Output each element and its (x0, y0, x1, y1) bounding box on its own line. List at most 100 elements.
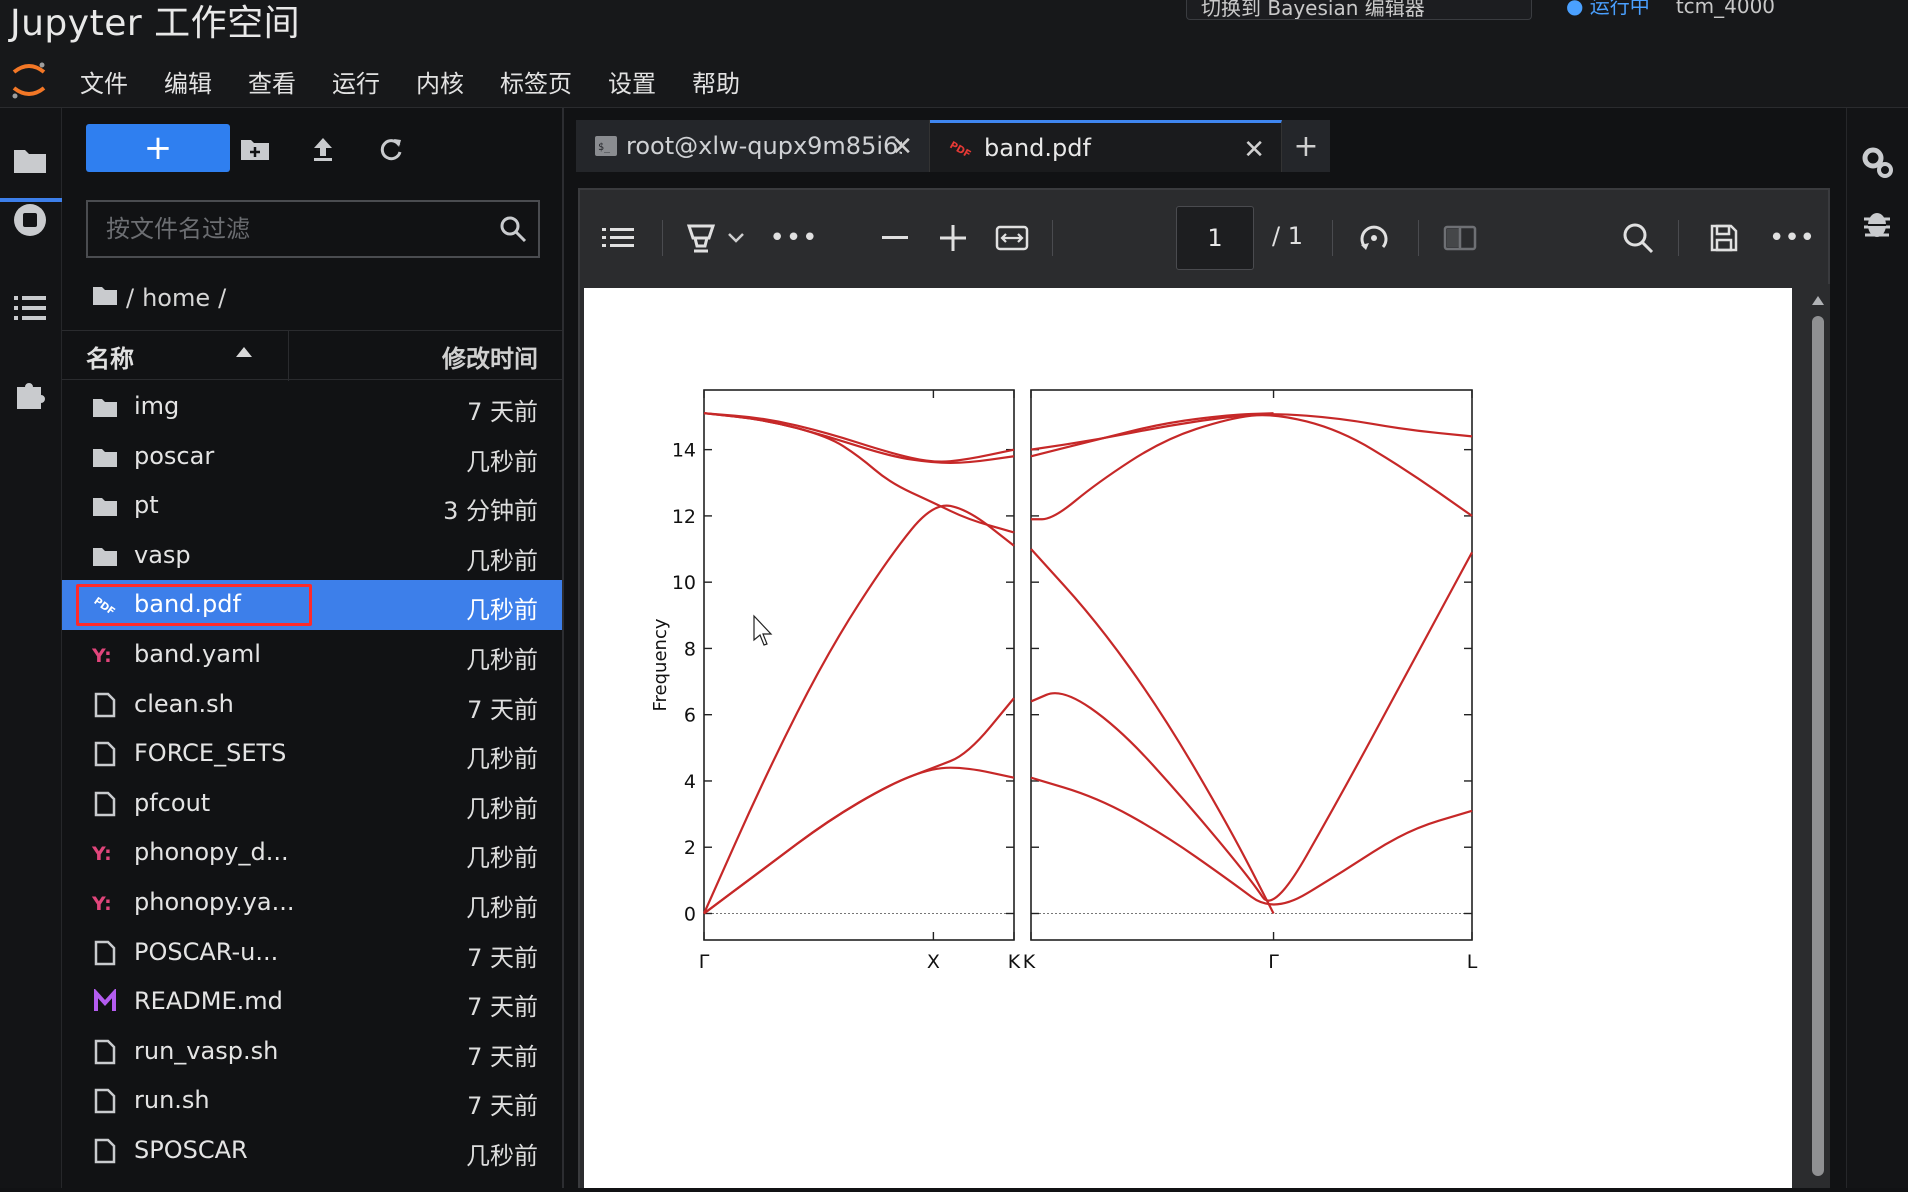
band-curve (702, 504, 1015, 914)
rotate-icon[interactable] (1356, 218, 1392, 258)
jupyter-logo-icon (12, 62, 46, 99)
x-tick-label: Γ (699, 951, 710, 973)
menu-item[interactable]: 文件 (80, 64, 128, 99)
file-list: img 7 天前 poscar 几秒前 pt 3 分钟前 vasp 几秒前 PDF band.pd… (62, 382, 562, 1176)
file-row[interactable]: clean.sh 7 天前 (62, 680, 562, 730)
menu-item[interactable]: 标签页 (500, 64, 572, 99)
folder-icon[interactable] (10, 140, 50, 180)
file-name: poscar (134, 441, 215, 470)
new-launcher-button[interactable]: + (86, 124, 230, 172)
svg-text:$_: $_ (598, 142, 611, 153)
running-sessions-icon[interactable] (10, 200, 50, 240)
yaml-file-icon: Y: (92, 840, 118, 866)
close-icon[interactable]: ✕ (891, 132, 913, 162)
file-modified-time: 7 天前 (467, 695, 538, 724)
modified-column-header[interactable]: 修改时间 (442, 339, 538, 374)
folder-icon (92, 444, 118, 470)
file-modified-time: 几秒前 (466, 1141, 538, 1170)
filename-filter-field[interactable] (86, 200, 540, 258)
more-tools-icon[interactable]: ••• (770, 218, 818, 258)
breadcrumb: / home / (92, 278, 226, 318)
menu-item[interactable]: 编辑 (164, 64, 212, 99)
refresh-icon[interactable] (374, 132, 408, 166)
file-row[interactable]: run.sh 7 天前 (62, 1076, 562, 1126)
save-icon[interactable] (1706, 218, 1742, 258)
file-modified-time: 几秒前 (466, 844, 538, 873)
menu-item[interactable]: 帮助 (692, 64, 740, 99)
zoom-out-icon[interactable] (880, 218, 910, 258)
extension-puzzle-icon[interactable] (10, 374, 50, 414)
tab-band-pdf[interactable]: PDF band.pdf ✕ (930, 120, 1282, 172)
breadcrumb-home[interactable]: home (142, 284, 210, 312)
vertical-scrollbar[interactable] (1810, 296, 1826, 1188)
column-divider[interactable] (288, 331, 289, 381)
tab-terminal[interactable]: $_ root@xlw-qupx9m85i6sh-mz ✕ (576, 120, 930, 172)
file-icon (92, 791, 118, 817)
menu-item[interactable]: 运行 (332, 64, 380, 99)
file-row[interactable]: FORCE_SETS 几秒前 (62, 729, 562, 779)
editor-switch-button[interactable]: 切换到 Bayesian 编辑器 (1186, 0, 1532, 20)
file-icon (92, 1088, 118, 1114)
file-row[interactable]: vasp 几秒前 (62, 531, 562, 581)
file-row[interactable]: run_vasp.sh 7 天前 (62, 1027, 562, 1077)
tab-label: band.pdf (984, 133, 1091, 162)
scrollbar-thumb[interactable] (1812, 316, 1824, 1176)
menu-item[interactable]: 内核 (416, 64, 464, 99)
left-sidebar-rail (0, 108, 62, 1188)
svg-text:Y:: Y: (92, 645, 112, 667)
file-row[interactable]: pt 3 分钟前 (62, 481, 562, 531)
page-layout-icon[interactable] (1442, 218, 1478, 258)
folder-icon (92, 493, 118, 519)
file-row[interactable]: README.md 7 天前 (62, 977, 562, 1027)
search-icon[interactable] (1620, 218, 1656, 258)
separator (1332, 220, 1333, 256)
menu-item[interactable]: 查看 (248, 64, 296, 99)
file-modified-time: 7 天前 (467, 398, 538, 426)
file-icon (92, 1138, 118, 1164)
file-row[interactable]: SPOSCAR 几秒前 (62, 1126, 562, 1176)
file-name: POSCAR-u... (134, 937, 279, 966)
mouse-cursor-icon (753, 614, 773, 646)
file-row[interactable]: POSCAR-u... 7 天前 (62, 928, 562, 978)
file-modified-time: 几秒前 (466, 546, 538, 575)
y-tick-label: 8 (684, 638, 696, 660)
file-row[interactable]: poscar 几秒前 (62, 432, 562, 482)
breadcrumb-root[interactable]: / (126, 284, 134, 312)
file-row[interactable]: PDF band.pdf 几秒前 (62, 580, 562, 630)
upload-icon[interactable] (306, 132, 340, 166)
highlight-pen-icon[interactable] (686, 218, 716, 258)
zoom-in-icon[interactable] (938, 218, 968, 258)
more-options-icon[interactable]: ••• (1769, 218, 1815, 258)
name-column-header[interactable]: 名称 (86, 339, 134, 374)
menu-item[interactable]: 设置 (608, 64, 656, 99)
file-row[interactable]: Y: band.yaml 几秒前 (62, 630, 562, 680)
debugger-bug-icon[interactable] (1857, 202, 1897, 242)
close-icon[interactable]: ✕ (1243, 135, 1265, 165)
file-row[interactable]: img 7 天前 (62, 382, 562, 432)
band-curve (1030, 412, 1274, 458)
scroll-up-icon[interactable] (1810, 294, 1826, 308)
property-inspector-gear-icon[interactable] (1857, 142, 1897, 182)
fit-width-icon[interactable] (994, 218, 1030, 258)
filename-filter-input[interactable] (88, 202, 468, 256)
outline-list-icon[interactable] (600, 218, 636, 258)
add-tab-button[interactable]: + (1282, 120, 1330, 172)
file-row[interactable]: Y: phonopy.ya... 几秒前 (62, 878, 562, 928)
file-icon (92, 940, 118, 966)
file-row[interactable]: Y: phonopy_d... 几秒前 (62, 828, 562, 878)
band-curve (703, 697, 1015, 915)
file-modified-time: 几秒前 (466, 447, 538, 476)
band-curve (1031, 414, 1473, 521)
band-curve (703, 766, 1015, 915)
file-name: phonopy_d... (134, 838, 289, 867)
svg-text:PDF: PDF (948, 139, 972, 160)
breadcrumb-folder-icon[interactable] (92, 284, 118, 312)
sort-ascending-icon[interactable] (236, 347, 252, 357)
chevron-down-icon[interactable] (726, 218, 746, 258)
table-of-contents-icon[interactable] (10, 288, 50, 328)
page-number-input[interactable]: 1 (1176, 206, 1254, 270)
file-row[interactable]: pfcout 几秒前 (62, 779, 562, 829)
new-folder-icon[interactable] (238, 132, 272, 166)
file-name: pfcout (134, 788, 211, 817)
file-name: run.sh (134, 1086, 210, 1115)
